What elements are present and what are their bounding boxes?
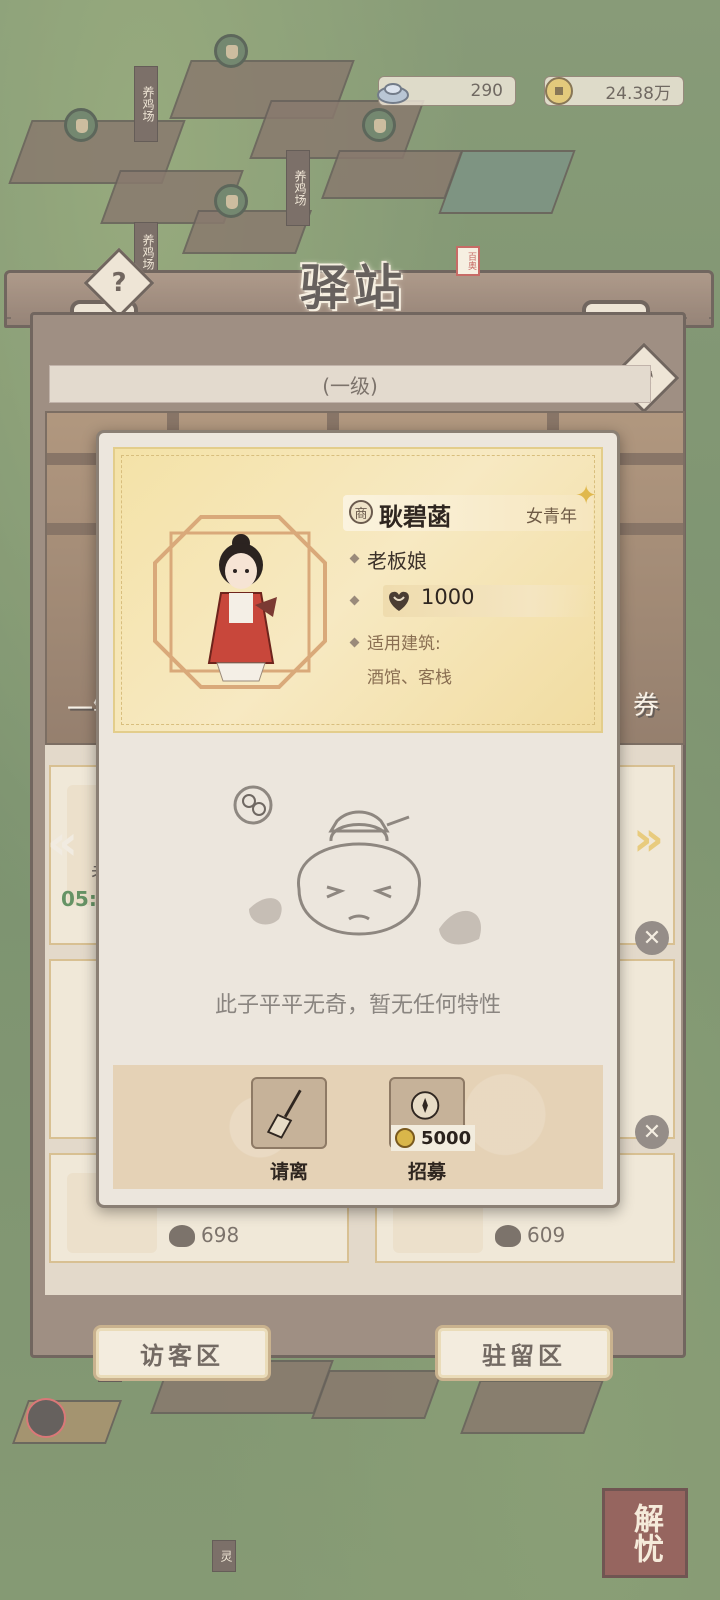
guest-hero-card: 商 耿碧菡 女青年 ✦ 老板娘 1000 适用建筑: 酒馆、客栈 bbox=[113, 447, 603, 733]
dismiss-label: 请离 bbox=[269, 1161, 308, 1183]
power-bar bbox=[383, 585, 593, 617]
portrait-frame bbox=[153, 515, 327, 689]
guest-detail-modal: 商 耿碧菡 女青年 ✦ 老板娘 1000 适用建筑: 酒馆、客栈 此子平平无奇，… bbox=[96, 430, 620, 1208]
bullet-icon bbox=[349, 595, 360, 606]
suitable-buildings-value: 酒馆、客栈 bbox=[367, 668, 452, 688]
no-trait-illustration bbox=[233, 785, 481, 945]
recruit-label: 招募 bbox=[407, 1161, 446, 1183]
guest-name-bar: 商 耿碧菡 女青年 ✦ bbox=[343, 481, 597, 531]
suitable-buildings-label: 适用建筑: bbox=[367, 634, 441, 654]
copper-coin-icon bbox=[395, 1128, 415, 1148]
heart-power-icon bbox=[389, 591, 409, 611]
guest-avatar bbox=[207, 534, 277, 682]
recruit-cost: 5000 bbox=[391, 1125, 476, 1151]
guest-category: 女青年 bbox=[526, 507, 577, 527]
broom-icon bbox=[266, 1089, 302, 1139]
guest-name: 耿碧菡 bbox=[379, 502, 451, 531]
guest-role: 老板娘 bbox=[367, 549, 427, 573]
merchant-badge-icon: 商 bbox=[349, 500, 373, 524]
guest-power-value: 1000 bbox=[421, 585, 475, 609]
no-trait-text: 此子平平无奇，暂无任何特性 bbox=[214, 993, 501, 1018]
recruit-cost-value: 5000 bbox=[421, 1127, 472, 1149]
action-bar: 请离 5000 招募 bbox=[113, 1065, 603, 1189]
bullet-icon bbox=[349, 553, 360, 564]
bullet-icon bbox=[349, 637, 360, 648]
sparkle-icon: ✦ bbox=[575, 481, 597, 511]
dismiss-button[interactable] bbox=[251, 1077, 327, 1149]
